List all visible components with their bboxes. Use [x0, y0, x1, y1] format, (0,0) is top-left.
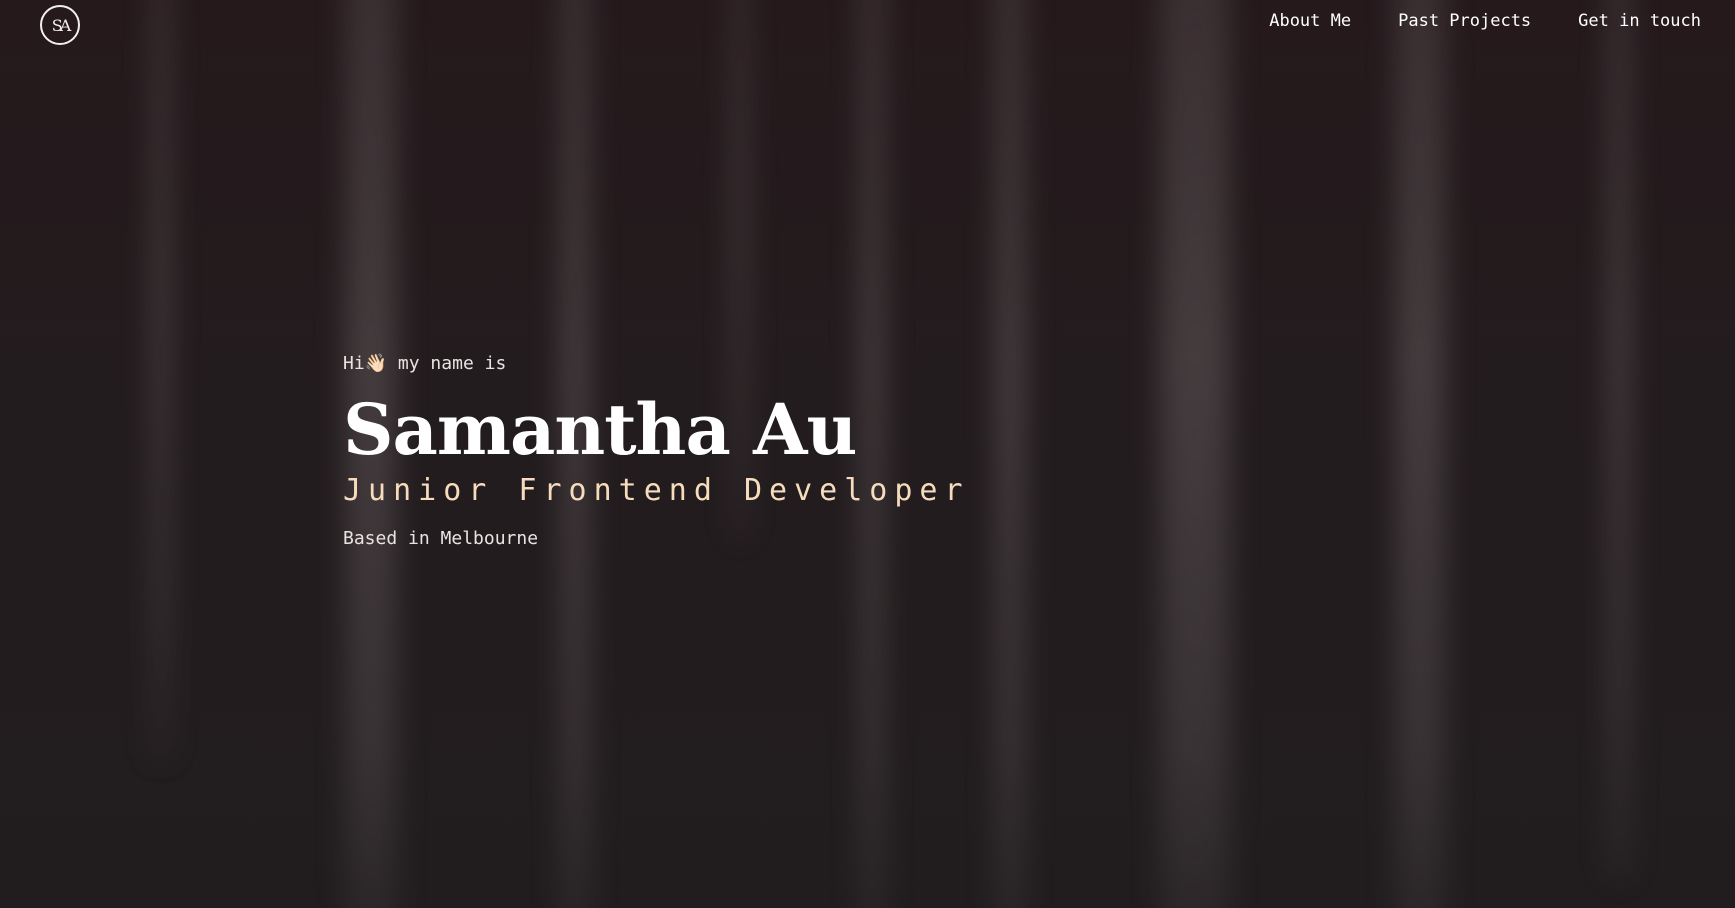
hero-greeting: Hi👋🏻 my name is [343, 353, 507, 374]
hero-location: Based in Melbourne [343, 528, 539, 549]
top-navigation-bar: SA About Me Past Projects Get in touch [0, 0, 1735, 48]
logo-home-link[interactable]: SA [40, 5, 80, 45]
nav-link-past-projects[interactable]: Past Projects [1398, 11, 1531, 31]
hero-name-heading: Samantha Au [343, 388, 857, 471]
page: SA About Me Past Projects Get in touch H… [0, 0, 1735, 908]
logo-text: SA [51, 15, 71, 35]
nav-link-about-me[interactable]: About Me [1269, 11, 1351, 31]
hero-role-title: Junior Frontend Developer [343, 473, 970, 508]
nav-link-get-in-touch[interactable]: Get in touch [1578, 11, 1701, 31]
hero-section: Hi👋🏻 my name is Samantha Au Junior Front… [343, 350, 970, 552]
main-nav: About Me Past Projects Get in touch [1269, 11, 1701, 31]
